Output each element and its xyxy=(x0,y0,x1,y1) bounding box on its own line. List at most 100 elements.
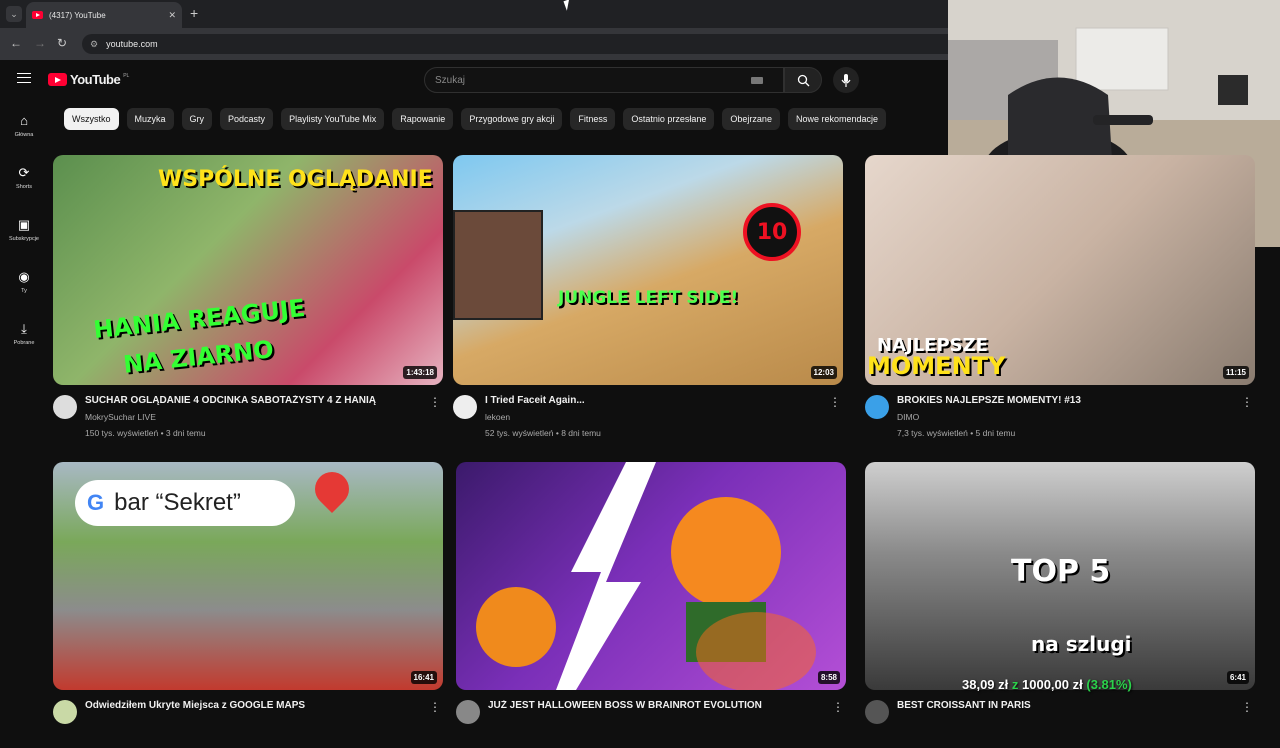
sidebar-item-shorts[interactable]: ⟳ Shorts xyxy=(0,152,48,204)
download-icon: ⤓ xyxy=(21,321,27,336)
video-thumbnail[interactable]: 8:58 xyxy=(456,462,846,690)
goal-percent: (3.81%) xyxy=(1086,677,1132,692)
microphone-icon xyxy=(841,73,851,87)
video-title[interactable]: I Tried Faceit Again... xyxy=(485,395,815,406)
chip-mix-playlists[interactable]: Playlisty YouTube Mix xyxy=(281,108,385,130)
video-duration: 16:41 xyxy=(410,671,437,684)
url-text: youtube.com xyxy=(106,39,158,49)
back-icon[interactable]: ← xyxy=(10,36,22,50)
chip-podcasts[interactable]: Podcasty xyxy=(220,108,274,130)
video-duration: 6:41 xyxy=(1226,671,1249,684)
video-title[interactable]: JUŻ JEST HALLOWEEN BOSS W BRAINROT EVOLU… xyxy=(488,700,818,711)
youtube-logo[interactable]: YouTube PL xyxy=(48,72,129,87)
menu-icon[interactable] xyxy=(17,73,31,83)
goal-target: 1000,00 zł xyxy=(1022,677,1083,692)
thumbnail-overlay-text: TOP 5 xyxy=(1011,554,1111,589)
forward-icon[interactable]: → xyxy=(34,36,46,50)
new-tab-icon[interactable]: + xyxy=(190,5,198,21)
avatar[interactable] xyxy=(865,700,889,724)
avatar[interactable] xyxy=(865,395,889,419)
more-actions-icon[interactable]: ⋮ xyxy=(429,700,441,714)
chip-new-to-you[interactable]: Nowe rekomendacje xyxy=(787,108,886,130)
facecam-overlay xyxy=(453,210,543,320)
search-icon xyxy=(797,74,809,86)
country-code: PL xyxy=(123,72,130,79)
donation-goal-ticker: 38,09 zł z 1000,00 zł (3.81%) xyxy=(962,677,1132,692)
video-stats: 150 tys. wyświetleń • 3 dni temu xyxy=(85,428,206,438)
channel-name[interactable]: MokrySuchar LIVE xyxy=(85,412,156,422)
chip-rap[interactable]: Rapowanie xyxy=(392,108,454,130)
video-stats: 7,3 tys. wyświetleń • 5 dni temu xyxy=(897,428,1016,438)
avatar[interactable] xyxy=(456,700,480,724)
more-actions-icon[interactable]: ⋮ xyxy=(829,395,841,409)
more-actions-icon[interactable]: ⋮ xyxy=(832,700,844,714)
more-actions-icon[interactable]: ⋮ xyxy=(429,395,441,409)
voice-search-button[interactable] xyxy=(833,67,859,93)
chip-action-adventure[interactable]: Przygodowe gry akcji xyxy=(461,108,563,130)
thumbnail-overlay-text: NA ZIARNO xyxy=(121,335,275,379)
video-title[interactable]: BROKIES NAJLEPSZE MOMENTY! #13 xyxy=(897,395,1227,406)
thumbnail-overlay-text: JUNGLE LEFT SIDE! xyxy=(558,288,739,308)
video-card[interactable]: NAJLEPSZE MOMENTY 11:15 BROKIES NAJLEPSZ… xyxy=(865,155,1255,443)
video-thumbnail[interactable]: G bar “Sekret” 16:41 xyxy=(53,462,443,690)
chip-all[interactable]: Wszystko xyxy=(64,108,119,130)
more-actions-icon[interactable]: ⋮ xyxy=(1241,395,1253,409)
halloween-art xyxy=(476,462,816,690)
video-card[interactable]: 8:58 JUŻ JEST HALLOWEEN BOSS W BRAINROT … xyxy=(456,462,846,748)
sidebar-item-downloads[interactable]: ⤓ Pobrane xyxy=(0,308,48,360)
home-icon: ⌂ xyxy=(20,113,28,128)
video-thumbnail[interactable]: JUNGLE LEFT SIDE! 10 12:03 xyxy=(453,155,843,385)
chip-watched[interactable]: Obejrzane xyxy=(722,108,780,130)
goal-separator: z xyxy=(1011,677,1019,692)
filter-chips: Wszystko Muzyka Gry Podcasty Playlisty Y… xyxy=(64,108,886,130)
sidebar-item-label: Ty xyxy=(21,288,27,294)
avatar[interactable] xyxy=(453,395,477,419)
chip-fitness[interactable]: Fitness xyxy=(570,108,616,130)
channel-name[interactable]: DIMO xyxy=(897,412,919,422)
avatar[interactable] xyxy=(53,700,77,724)
tab-search-dropdown-icon[interactable]: ⌄ xyxy=(6,6,22,22)
search-input[interactable]: Szukaj xyxy=(424,67,784,93)
level-badge-number: 10 xyxy=(756,219,788,245)
more-actions-icon[interactable]: ⋮ xyxy=(1241,700,1253,714)
sidebar-item-you[interactable]: ◉ Ty xyxy=(0,256,48,308)
channel-name[interactable]: lekoen xyxy=(485,412,510,422)
close-tab-icon[interactable]: ✕ xyxy=(168,10,176,21)
sidebar: ⌂ Główna ⟳ Shorts ▣ Subskrypcje ◉ Ty ⤓ P… xyxy=(0,100,48,360)
video-thumbnail[interactable]: WSPÓLNE OGLĄDANIE HANIA REAGUJE NA ZIARN… xyxy=(53,155,443,385)
site-info-icon[interactable]: ⚙ xyxy=(90,39,98,50)
video-duration: 11:15 xyxy=(1222,366,1249,379)
logo-text: YouTube xyxy=(70,72,121,87)
youtube-favicon-icon xyxy=(32,11,43,19)
keyboard-icon[interactable] xyxy=(751,76,763,84)
video-card[interactable]: JUNGLE LEFT SIDE! 10 12:03 I Tried Facei… xyxy=(453,155,843,443)
video-card[interactable]: TOP 5 na szlugi 6:41 BEST CROISSANT IN P… xyxy=(865,462,1255,748)
chip-games[interactable]: Gry xyxy=(181,108,213,130)
google-search-pill: G bar “Sekret” xyxy=(75,480,295,526)
video-card[interactable]: WSPÓLNE OGLĄDANIE HANIA REAGUJE NA ZIARN… xyxy=(53,155,443,443)
chip-recently-uploaded[interactable]: Ostatnio przesłane xyxy=(623,108,715,130)
video-stats: 52 tys. wyświetleń • 8 dni temu xyxy=(485,428,601,438)
youtube-play-logo-icon xyxy=(48,73,67,86)
thumbnail-overlay-text: na szlugi xyxy=(1031,632,1132,656)
subscriptions-icon: ▣ xyxy=(17,217,31,232)
map-pin-icon xyxy=(307,464,357,514)
sidebar-item-subscriptions[interactable]: ▣ Subskrypcje xyxy=(0,204,48,256)
sidebar-item-home[interactable]: ⌂ Główna xyxy=(0,100,48,152)
browser-tab[interactable]: (4317) YouTube ✕ xyxy=(26,2,182,28)
sidebar-item-label: Subskrypcje xyxy=(9,236,39,242)
sidebar-item-label: Shorts xyxy=(16,184,32,190)
avatar[interactable] xyxy=(53,395,77,419)
video-thumbnail[interactable]: NAJLEPSZE MOMENTY 11:15 xyxy=(865,155,1255,385)
thumbnail-overlay-text: MOMENTY xyxy=(867,352,1006,380)
video-card[interactable]: G bar “Sekret” 16:41 Odwiedziłem Ukryte … xyxy=(53,462,443,748)
search-placeholder: Szukaj xyxy=(435,74,466,86)
video-thumbnail[interactable]: TOP 5 na szlugi 6:41 xyxy=(865,462,1255,690)
reload-icon[interactable]: ↻ xyxy=(57,36,67,50)
thumbnail-overlay-text: WSPÓLNE OGLĄDANIE xyxy=(158,167,433,192)
video-title[interactable]: BEST CROISSANT IN PARIS xyxy=(897,700,1227,711)
search-button[interactable] xyxy=(784,67,822,93)
chip-music[interactable]: Muzyka xyxy=(126,108,174,130)
video-title[interactable]: SUCHAR OGLĄDANIE 4 ODCINKA SABOTAŻYSTY 4… xyxy=(85,395,415,406)
video-title[interactable]: Odwiedziłem Ukryte Miejsca z GOOGLE MAPS xyxy=(85,700,415,711)
